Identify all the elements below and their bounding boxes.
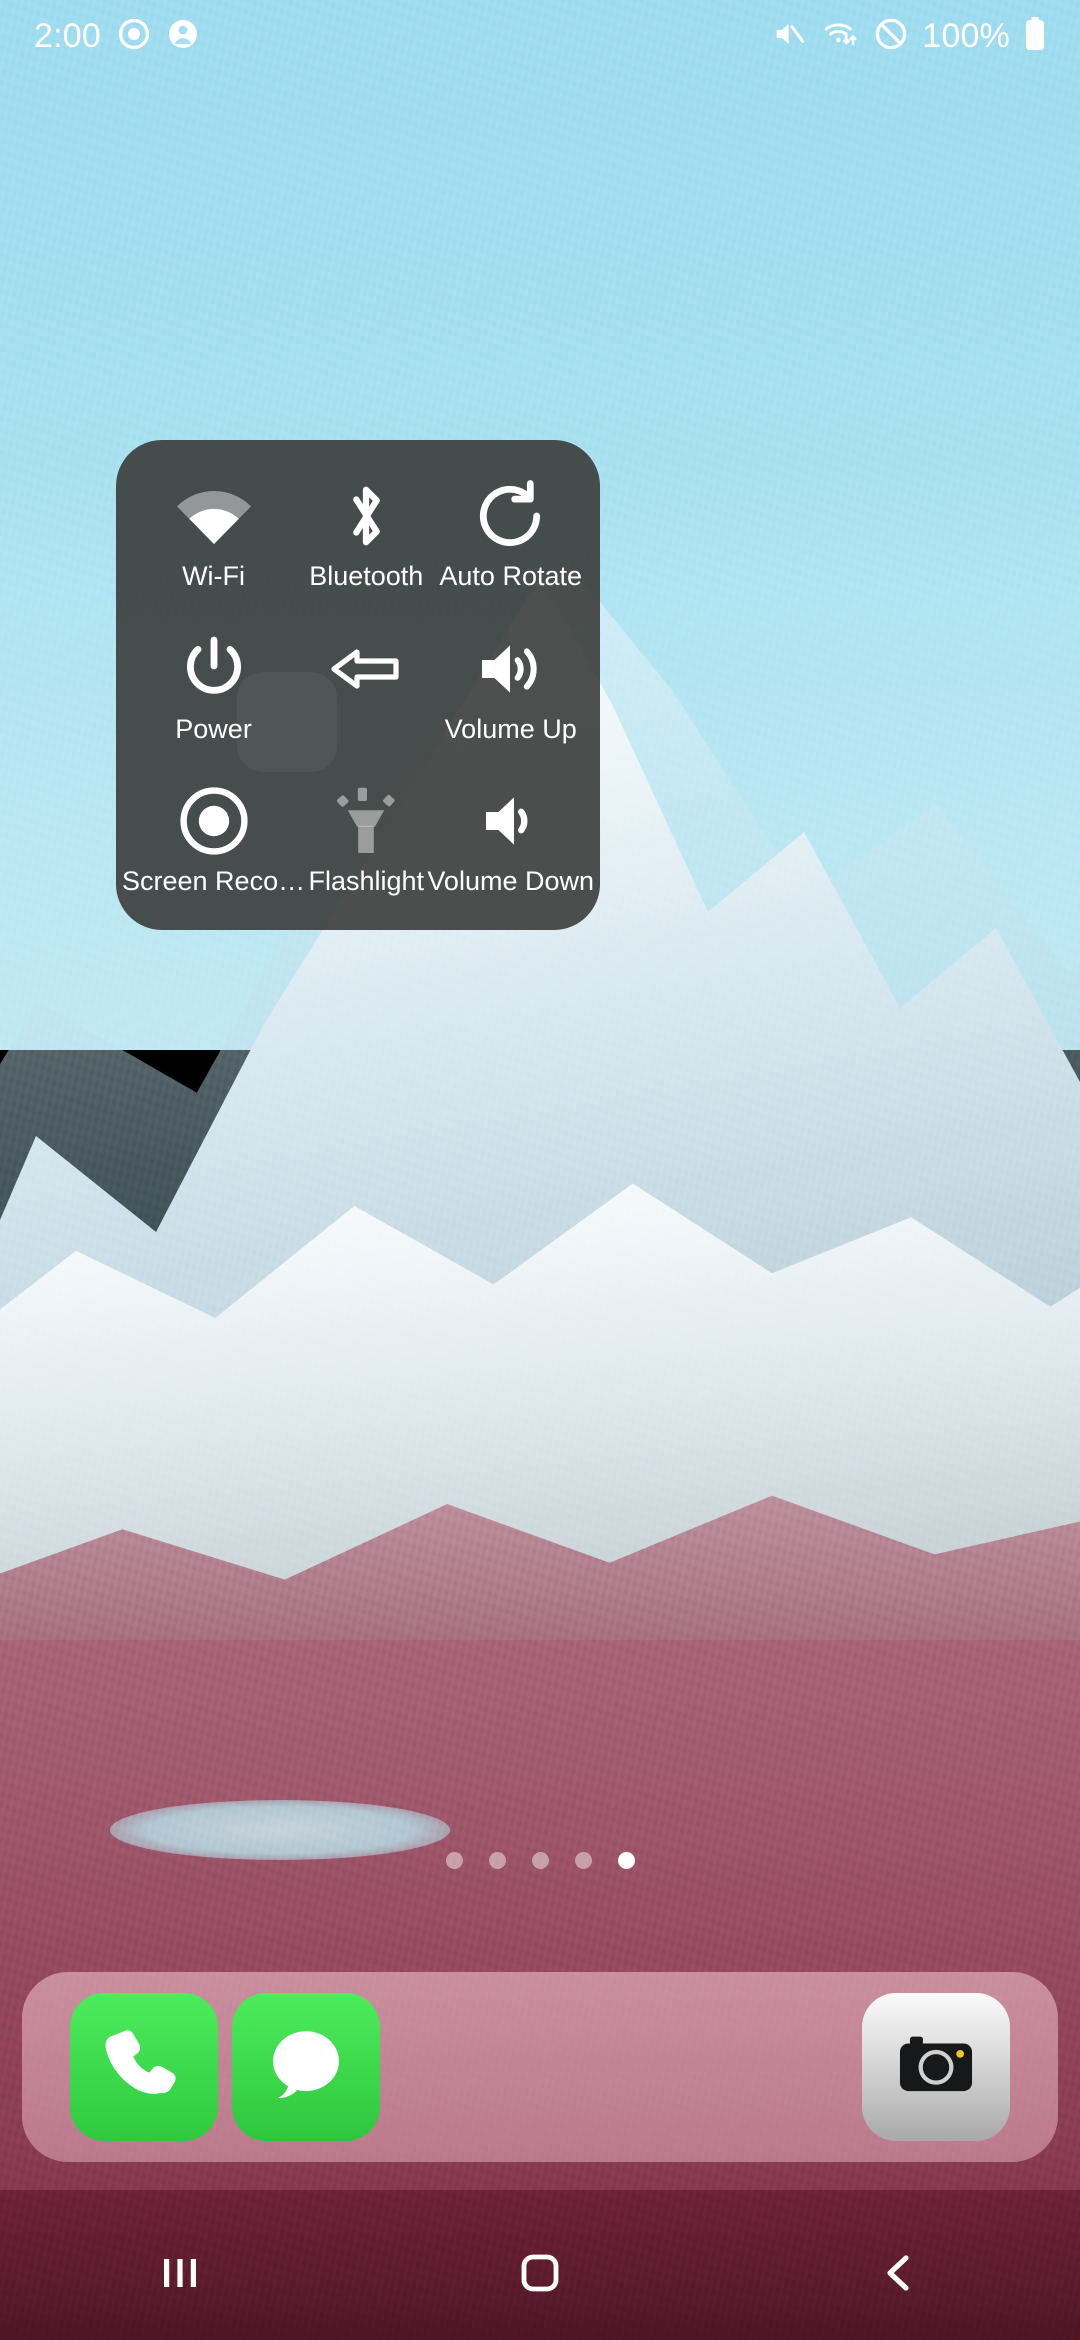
account-profile-icon xyxy=(167,18,199,55)
nav-home-button[interactable] xyxy=(480,2215,600,2335)
status-bar-right: 100% xyxy=(772,16,1046,56)
page-dot[interactable] xyxy=(445,1852,463,1869)
back-chevron-icon xyxy=(878,2251,922,2300)
bluetooth-icon xyxy=(340,476,392,556)
navigation-bar xyxy=(0,2210,1080,2340)
dock-app-messages[interactable] xyxy=(232,1993,380,2141)
rotate-icon xyxy=(472,476,550,556)
page-dot[interactable] xyxy=(531,1852,549,1869)
page-dot-active[interactable] xyxy=(617,1852,635,1869)
menu-item-screen-record[interactable]: Screen Reco… xyxy=(122,767,305,920)
status-bar-left: 2:00 xyxy=(34,17,199,56)
menu-item-back[interactable] xyxy=(305,615,427,768)
volume-up-icon xyxy=(474,629,548,709)
wifi-icon xyxy=(170,476,258,556)
power-icon xyxy=(178,629,250,709)
message-bubble-icon xyxy=(260,2019,352,2116)
recents-icon xyxy=(158,2253,202,2298)
status-clock: 2:00 xyxy=(34,16,101,55)
volume-mute-icon xyxy=(772,18,808,55)
menu-item-wifi[interactable]: Wi-Fi xyxy=(122,462,305,615)
wifi-data-transfer-icon xyxy=(822,18,860,55)
battery-full-icon xyxy=(1024,16,1046,56)
volume-down-icon xyxy=(474,781,548,861)
home-page-indicator[interactable] xyxy=(0,1852,1080,1869)
status-bar: 2:00 100% xyxy=(0,0,1080,72)
menu-label-bluetooth: Bluetooth xyxy=(309,561,424,591)
menu-item-volume-up[interactable]: Volume Up xyxy=(427,615,594,768)
nav-recents-button[interactable] xyxy=(120,2215,240,2335)
menu-label-volume-down: Volume Down xyxy=(427,866,594,897)
page-dot[interactable] xyxy=(574,1852,592,1869)
menu-label-power: Power xyxy=(175,713,252,744)
assistive-touch-menu[interactable]: Wi-Fi Bluetooth Auto Rotate Power Volume… xyxy=(116,440,600,930)
dock-app-phone[interactable] xyxy=(70,1993,218,2141)
do-not-disturb-icon xyxy=(874,17,908,56)
screen-recording-indicator-icon xyxy=(117,17,151,56)
battery-percentage: 100% xyxy=(922,16,1010,55)
phone-icon xyxy=(98,2019,190,2116)
home-dock xyxy=(22,1972,1058,2162)
flashlight-icon xyxy=(335,781,397,861)
menu-label-screen-record: Screen Reco… xyxy=(122,866,306,897)
dock-app-camera[interactable] xyxy=(862,1993,1010,2141)
menu-label-auto-rotate: Auto Rotate xyxy=(439,561,582,591)
menu-label-flashlight: Flashlight xyxy=(308,866,425,897)
menu-label-wifi: Wi-Fi xyxy=(182,561,246,591)
menu-item-bluetooth[interactable]: Bluetooth xyxy=(305,462,427,615)
record-icon xyxy=(177,781,251,861)
page-dot[interactable] xyxy=(488,1852,506,1869)
menu-item-auto-rotate[interactable]: Auto Rotate xyxy=(427,462,594,615)
menu-item-volume-down[interactable]: Volume Down xyxy=(427,767,594,920)
nav-back-button[interactable] xyxy=(840,2215,960,2335)
camera-icon xyxy=(890,2019,982,2116)
home-icon xyxy=(518,2251,562,2300)
menu-item-power[interactable]: Power xyxy=(122,615,305,768)
menu-item-flashlight[interactable]: Flashlight xyxy=(305,767,427,920)
menu-label-volume-up: Volume Up xyxy=(444,713,577,744)
back-arrow-icon xyxy=(328,629,404,709)
